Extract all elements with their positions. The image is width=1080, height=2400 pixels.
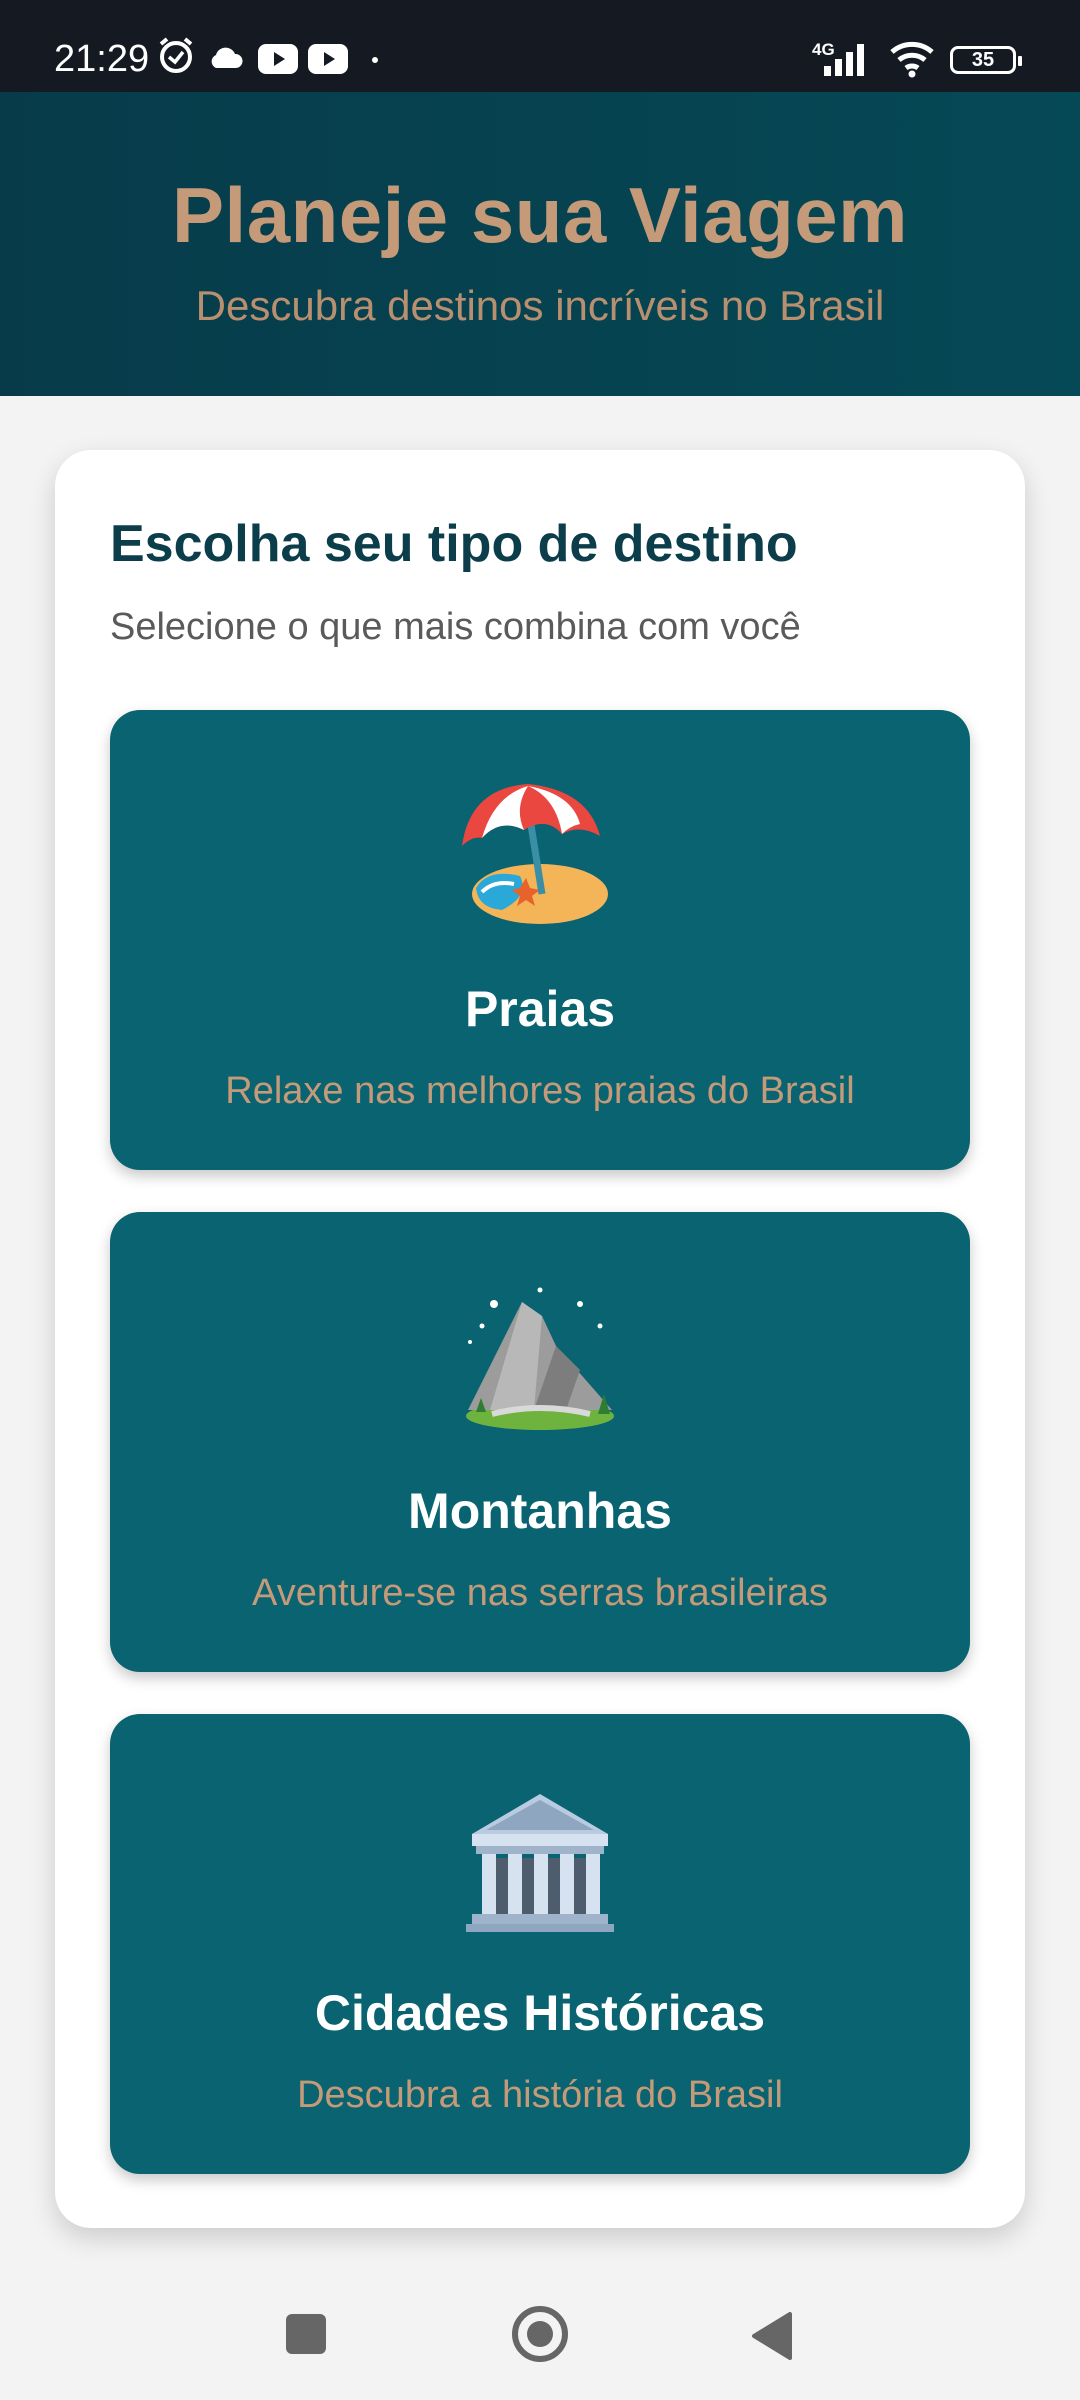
option-description: Descubra a história do Brasil xyxy=(297,2074,783,2116)
dot-icon xyxy=(372,57,378,63)
option-title: Praias xyxy=(464,981,616,1037)
mountain-icon xyxy=(466,1287,614,1430)
youtube-icon xyxy=(258,44,298,74)
home-circle-icon[interactable] xyxy=(510,2304,570,2364)
system-navigation-bar xyxy=(0,2280,1080,2400)
cloud-icon xyxy=(211,47,243,68)
option-description: Aventure-se nas serras brasileiras xyxy=(252,1572,828,1614)
signal-icon xyxy=(824,44,864,76)
classical-building-icon xyxy=(466,1794,614,1932)
option-montanhas[interactable]: Montanhas Aventure-se nas serras brasile… xyxy=(110,1212,970,1672)
destination-card: Escolha seu tipo de destino Selecione o … xyxy=(55,450,1025,2228)
option-title: Cidades Históricas xyxy=(314,1985,766,2041)
recents-square-icon[interactable] xyxy=(282,2310,330,2358)
youtube-icon xyxy=(308,44,348,74)
page-subtitle: Descubra destinos incríveis no Brasil xyxy=(195,282,885,329)
status-time: 21:29 xyxy=(54,38,150,80)
option-cidades-historicas[interactable]: Cidades Históricas Descubra a história d… xyxy=(110,1714,970,2174)
option-description: Relaxe nas melhores praias do Brasil xyxy=(225,1070,855,1112)
section-heading: Escolha seu tipo de destino xyxy=(110,515,798,573)
back-triangle-icon[interactable] xyxy=(750,2310,798,2362)
status-bar: 21:29 4G 35 xyxy=(0,0,1080,92)
app-header: Planeje sua Viagem Descubra destinos inc… xyxy=(0,92,1080,396)
page-title: Planeje sua Viagem xyxy=(172,171,908,259)
option-title: Montanhas xyxy=(408,1483,672,1539)
beach-umbrella-icon xyxy=(462,784,608,924)
section-hint: Selecione o que mais combina com você xyxy=(110,606,801,648)
alarm-icon xyxy=(159,37,193,73)
option-praias[interactable]: Praias Relaxe nas melhores praias do Bra… xyxy=(110,710,970,1170)
battery-level: 35 xyxy=(971,49,995,71)
wifi-icon xyxy=(890,41,934,78)
battery-icon: 35 xyxy=(950,46,1022,74)
